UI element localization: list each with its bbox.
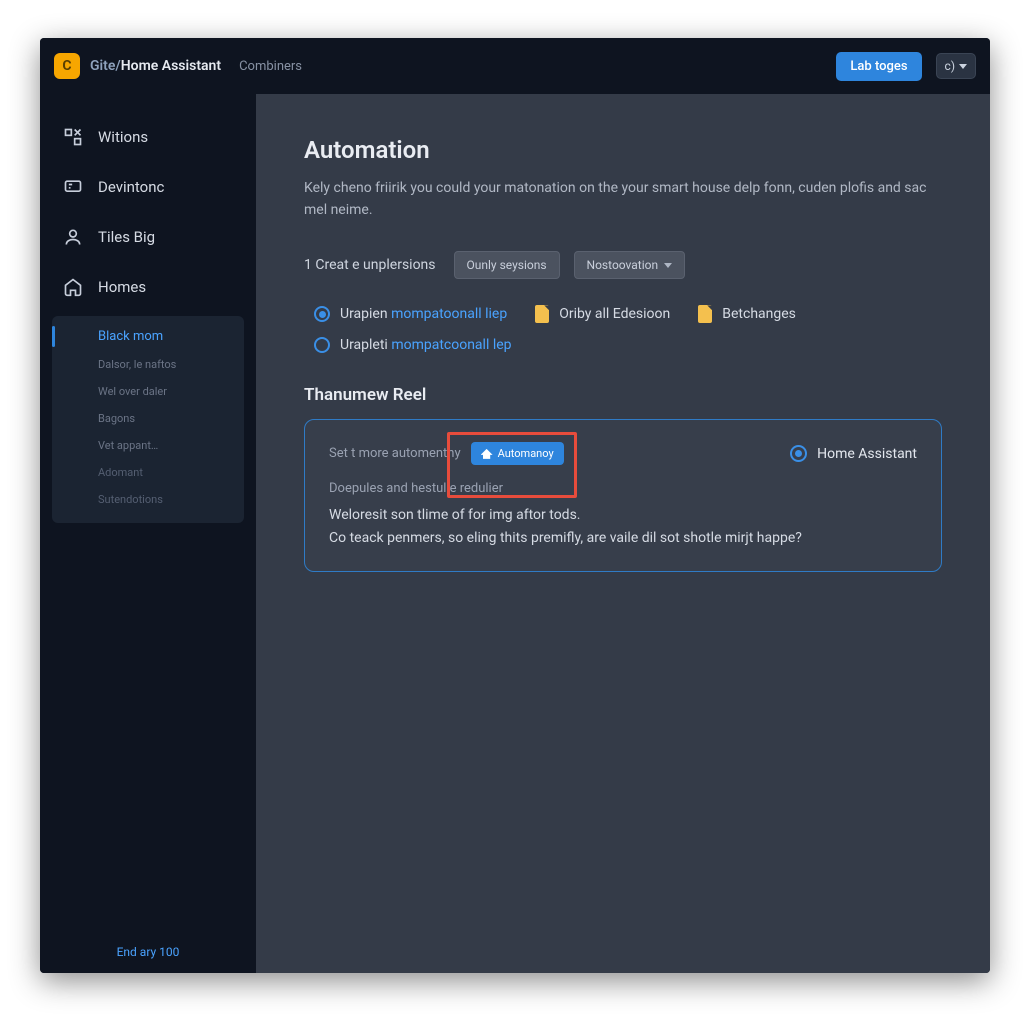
- option-1b[interactable]: Oriby all Edesioon: [535, 305, 670, 323]
- header: C Gite/Home Assistant Combiners Lab toge…: [40, 38, 990, 94]
- card-line-2: Co teack penmers, so eling thits premifl…: [329, 527, 917, 549]
- sidebar-sub-item[interactable]: Vet appant…: [52, 432, 244, 459]
- person-icon: [62, 226, 84, 248]
- card-subtitle: Doepules and hestulie redulier: [329, 481, 917, 496]
- sidebar-item-label: Devintonc: [98, 178, 164, 196]
- option-1c[interactable]: Betchanges: [698, 305, 796, 323]
- sidebar-sub-item[interactable]: Wel over daler: [52, 378, 244, 405]
- option-label: Urapleti mompatcoonall lep: [340, 337, 512, 353]
- cloud-icon: [481, 449, 493, 459]
- option-label: Oriby all Edesioon: [559, 306, 670, 322]
- body: Witions Devintonc Tiles Big Homes: [40, 94, 990, 973]
- option-label: Urapien mompatoonall liep: [340, 306, 507, 322]
- sidebar-subgroup: Black mom Dalsor, le naftos Wel over dal…: [52, 316, 244, 523]
- section-title: Thanumew Reel: [304, 385, 942, 405]
- option-1a[interactable]: Urapien mompatoonall liep: [314, 306, 507, 322]
- option-row-2: Urapleti mompatcoonall lep: [304, 333, 942, 357]
- automation-chip[interactable]: Automanoy: [471, 442, 564, 465]
- radio-icon: [314, 337, 330, 353]
- lab-toggles-button[interactable]: Lab toges: [836, 52, 921, 81]
- sidebar-item-homes[interactable]: Homes: [40, 262, 256, 312]
- chevron-down-icon: [664, 263, 672, 268]
- card-top-label: Set t more automenthy: [329, 446, 461, 461]
- only-sessions-pill[interactable]: Ounly seysions: [454, 251, 560, 279]
- app-frame: C Gite/Home Assistant Combiners Lab toge…: [40, 38, 990, 973]
- chevron-down-icon: [959, 64, 967, 69]
- sidebar-sub-item[interactable]: Bagons: [52, 405, 244, 432]
- sidebar-item-label: Tiles Big: [98, 228, 155, 246]
- card-line-1: Weloresit son tlime of for img aftor tod…: [329, 504, 917, 526]
- sidebar-item-witions[interactable]: Witions: [40, 112, 256, 162]
- page-title: Automation: [304, 136, 942, 164]
- target-icon: [790, 445, 807, 462]
- home-icon: [62, 276, 84, 298]
- document-icon: [535, 305, 549, 323]
- code-icon: c): [945, 59, 955, 73]
- controls-row: 1 Creat e unplersions Ounly seysions Nos…: [304, 251, 942, 279]
- page-subtitle: Kely cheno friirik you could your matona…: [304, 178, 942, 221]
- document-icon: [698, 305, 712, 323]
- option-2[interactable]: Urapleti mompatcoonall lep: [314, 337, 512, 353]
- option-row-1: Urapien mompatoonall liep Oriby all Edes…: [304, 301, 942, 327]
- sidebar-sub-item[interactable]: Sutendotions: [52, 486, 244, 513]
- app-title: Gite/Home Assistant: [90, 58, 221, 74]
- card-top-row: Set t more automenthy Automanoy Home Ass…: [329, 442, 917, 465]
- header-dropdown-button[interactable]: c): [936, 53, 976, 79]
- sidebar-sub-item[interactable]: Dalsor, le naftos: [52, 351, 244, 378]
- automation-card[interactable]: Set t more automenthy Automanoy Home Ass…: [304, 419, 942, 572]
- sidebar-item-devintonc[interactable]: Devintonc: [40, 162, 256, 212]
- devices-icon: [62, 176, 84, 198]
- notification-dropdown[interactable]: Nostoovation: [574, 251, 686, 279]
- sidebar-footer: End ary 100: [40, 931, 256, 973]
- sidebar-item-label: Witions: [98, 128, 148, 146]
- widgets-icon: [62, 126, 84, 148]
- sidebar-sub-current[interactable]: Black mom: [52, 322, 244, 351]
- card-source: Home Assistant: [790, 445, 917, 462]
- main-content: Automation Kely cheno friirik you could …: [256, 94, 990, 973]
- sidebar-item-tiles[interactable]: Tiles Big: [40, 212, 256, 262]
- header-subtitle: Combiners: [239, 59, 302, 74]
- radio-icon: [314, 306, 330, 322]
- sidebar-item-label: Homes: [98, 278, 146, 296]
- option-label: Betchanges: [722, 306, 796, 322]
- sidebar: Witions Devintonc Tiles Big Homes: [40, 94, 256, 973]
- controls-label: 1 Creat e unplersions: [304, 257, 436, 273]
- sidebar-sub-item[interactable]: Adomant: [52, 459, 244, 486]
- app-logo-icon: C: [54, 53, 80, 79]
